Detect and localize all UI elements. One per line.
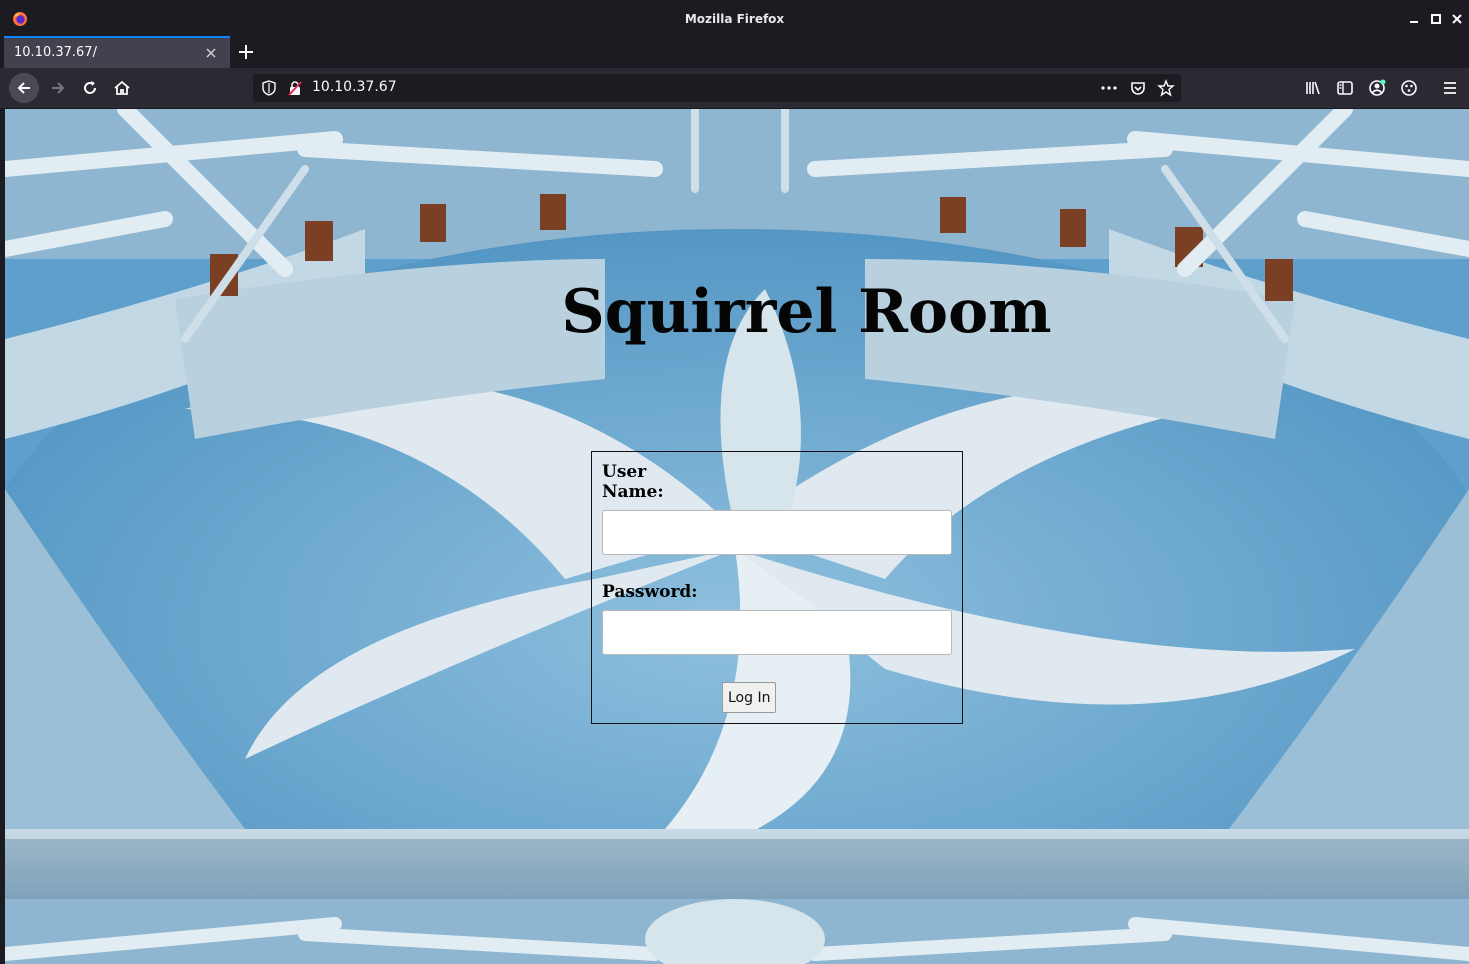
tab-title: 10.10.37.67/: [14, 45, 97, 60]
more-dots-icon[interactable]: [1100, 79, 1118, 97]
password-label: Password:: [602, 582, 698, 602]
forward-arrow-icon: [52, 82, 65, 94]
reload-icon: [84, 81, 96, 94]
url-text[interactable]: 10.10.37.67: [312, 79, 397, 95]
login-form: User Name: Password: Log In: [591, 451, 963, 724]
shield-icon[interactable]: [261, 80, 277, 96]
reload-button[interactable]: [75, 73, 105, 103]
account-icon[interactable]: [1367, 78, 1387, 98]
home-button[interactable]: [107, 73, 137, 103]
tab-close-icon[interactable]: [204, 46, 218, 60]
maximize-icon[interactable]: [1429, 12, 1443, 26]
plus-icon[interactable]: [236, 42, 256, 62]
library-icon[interactable]: [1303, 78, 1323, 98]
pocket-icon[interactable]: [1129, 79, 1147, 97]
tab-strip: 10.10.37.67/: [0, 36, 1469, 68]
url-bar[interactable]: 10.10.37.67: [253, 74, 1181, 102]
login-button[interactable]: Log In: [722, 682, 777, 713]
back-button[interactable]: [9, 73, 39, 103]
back-arrow-icon: [17, 82, 30, 94]
window-title: Mozilla Firefox: [684, 12, 785, 26]
sidebar-icon[interactable]: [1335, 78, 1355, 98]
hamburger-menu-icon[interactable]: [1440, 78, 1460, 98]
insecure-lock-icon[interactable]: [287, 80, 303, 96]
password-input[interactable]: [602, 610, 952, 655]
navigation-toolbar: 10.10.37.67: [0, 68, 1469, 108]
username-input[interactable]: [602, 510, 952, 555]
tab-active[interactable]: 10.10.37.67/: [4, 36, 230, 68]
background-image-repeat: [5, 899, 1469, 964]
forward-button[interactable]: [43, 73, 73, 103]
star-icon[interactable]: [1157, 79, 1175, 97]
close-icon[interactable]: [1450, 12, 1464, 26]
page-content: Squirrel Room User Name: Password: Log I…: [5, 109, 1469, 964]
page-title: Squirrel Room: [561, 277, 1052, 347]
home-icon: [114, 80, 130, 95]
username-label: User Name:: [602, 462, 664, 502]
extension-icon[interactable]: [1399, 78, 1419, 98]
minimize-icon[interactable]: [1407, 12, 1421, 26]
window-title-bar: Mozilla Firefox: [0, 0, 1469, 36]
